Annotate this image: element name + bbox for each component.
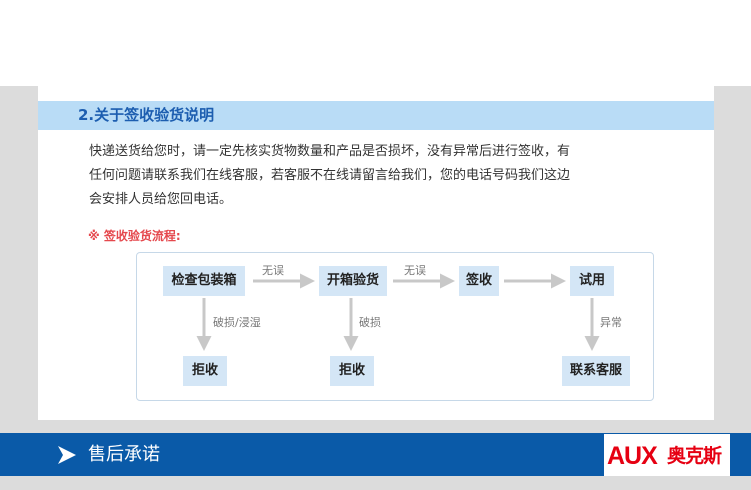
- edge-label-unbox-damaged: 破损: [359, 316, 381, 329]
- edge-label-inspect-damaged: 破损/浸湿: [213, 316, 261, 329]
- edge-label-unbox-ok: 无误: [404, 264, 426, 277]
- node-sign: 签收: [459, 266, 499, 296]
- node-contact-service: 联系客服: [562, 356, 630, 386]
- footer-title: 售后承诺: [88, 444, 160, 465]
- node-trial: 试用: [570, 266, 614, 296]
- node-unbox-inspect: 开箱验货: [319, 266, 387, 296]
- node-reject-2: 拒收: [330, 356, 374, 386]
- logo-chinese-text: 奥克斯: [667, 445, 722, 467]
- logo-latin-text: AUX: [607, 442, 658, 470]
- node-reject-1: 拒收: [183, 356, 227, 386]
- node-inspect-package: 检查包装箱: [163, 266, 245, 296]
- edge-label-inspect-ok: 无误: [262, 264, 284, 277]
- edge-label-trial-abnormal: 异常: [600, 316, 622, 329]
- chevron-arrow-icon: [58, 446, 76, 464]
- flow-arrows: [196, 273, 600, 351]
